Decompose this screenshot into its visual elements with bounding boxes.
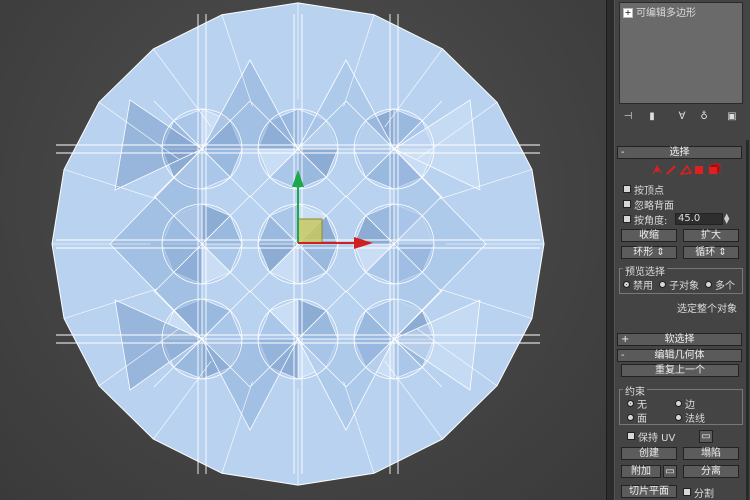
border-icon[interactable] (679, 164, 693, 175)
subobject-level-icons (652, 163, 721, 175)
constraint-edge-label: 边 (685, 399, 695, 411)
constraint-normal-label: 法线 (685, 413, 705, 425)
panel-divider[interactable] (606, 0, 615, 500)
modifier-stack-item[interactable]: + 可编辑多边形 (623, 7, 696, 21)
by-vertex-label: 按顶点 (634, 185, 664, 197)
angle-value: 45.0 (678, 213, 701, 224)
polygon-icon[interactable] (695, 166, 703, 174)
repeat-last-button[interactable]: 重复上一个 (621, 364, 739, 377)
preserve-uv-checkbox[interactable]: 保持 UV (627, 430, 676, 444)
by-angle-checkbox[interactable]: 按角度: (623, 213, 668, 227)
remove-modifier-icon[interactable]: ♁ (697, 110, 711, 124)
modifier-stack-list[interactable]: + 可编辑多边形 (619, 2, 743, 104)
expand-icon: + (621, 334, 630, 345)
soft-selection-rollout-header[interactable]: + 软选择 (617, 333, 742, 346)
transform-gizmo[interactable] (0, 0, 606, 500)
edit-geometry-rollout-header[interactable]: - 编辑几何体 (617, 349, 742, 362)
angle-spinner[interactable]: 45.0 ▲ ▼ (675, 213, 729, 225)
by-vertex-checkbox[interactable]: 按顶点 (623, 183, 664, 197)
expand-icon[interactable]: + (623, 8, 633, 18)
constraint-face-radio[interactable]: 面 (627, 411, 647, 425)
loop-spinner-icon[interactable]: ⇕ (718, 247, 726, 258)
ignore-backfacing-checkbox[interactable]: 忽略背面 (623, 198, 674, 212)
by-angle-label: 按角度: (634, 215, 668, 227)
collapse-icon: - (621, 350, 625, 361)
preview-subobject-label: 子对象 (669, 280, 699, 292)
constraint-edge-radio[interactable]: 边 (675, 397, 695, 411)
ring-label: 环形 (633, 247, 654, 258)
grow-button[interactable]: 扩大 (683, 229, 739, 242)
attach-list-button[interactable]: ▭ (663, 465, 677, 478)
preserve-uv-settings-button[interactable]: ▭ (699, 430, 713, 443)
preview-disabled-radio[interactable]: 禁用 (623, 278, 653, 292)
split-label: 分割 (694, 488, 714, 500)
spinner-arrows-icon[interactable]: ▲ ▼ (724, 213, 731, 225)
preview-multi-label: 多个 (715, 280, 735, 292)
element-icon[interactable] (708, 163, 721, 175)
ring-button[interactable]: 环形 ⇕ (621, 246, 677, 259)
selection-status-text: 选定整个对象 (677, 304, 737, 315)
slice-plane-button[interactable]: 切片平面 (621, 485, 677, 498)
preserve-uv-label: 保持 UV (638, 432, 676, 444)
show-end-result-icon[interactable]: ▮ (645, 110, 659, 124)
loop-button[interactable]: 循环 ⇕ (683, 246, 739, 259)
gizmo-xy-plane-handle[interactable] (297, 218, 323, 244)
command-panel: + 可编辑多边形 ⊣ ▮ ∀ ♁ ▣ - 选择 按顶点 忽略背面 按角度: 45.… (615, 0, 750, 500)
modifier-name: 可编辑多边形 (636, 8, 696, 19)
constraint-normal-radio[interactable]: 法线 (675, 411, 705, 425)
attach-button[interactable]: 附加 (621, 465, 661, 478)
preview-subobject-radio[interactable]: 子对象 (659, 278, 699, 292)
gizmo-y-arrow[interactable] (292, 170, 304, 187)
panel-scrollbar[interactable] (746, 140, 749, 500)
modifier-stack-toolbar: ⊣ ▮ ∀ ♁ ▣ (617, 110, 745, 126)
gizmo-x-arrow[interactable] (354, 237, 373, 249)
ring-spinner-icon[interactable]: ⇕ (656, 247, 664, 258)
settings-box-icon: ▭ (701, 431, 711, 442)
collapse-button[interactable]: 塌陷 (683, 447, 739, 460)
pin-stack-icon[interactable]: ⊣ (621, 110, 635, 124)
preview-disabled-label: 禁用 (633, 280, 653, 292)
shrink-button[interactable]: 收缩 (621, 229, 677, 242)
constraint-none-radio[interactable]: 无 (627, 397, 647, 411)
soft-selection-title: 软选择 (664, 334, 695, 345)
list-box-icon: ▭ (665, 466, 675, 477)
split-checkbox[interactable]: 分割 (683, 486, 714, 500)
collapse-icon: - (621, 147, 625, 158)
detach-button[interactable]: 分离 (683, 465, 739, 478)
viewport-perspective[interactable] (0, 0, 606, 500)
vertex-icon[interactable] (652, 164, 662, 175)
edge-icon[interactable] (666, 165, 676, 175)
selection-rollout-header[interactable]: - 选择 (617, 146, 742, 159)
preview-multi-radio[interactable]: 多个 (705, 278, 735, 292)
ignore-backfacing-label: 忽略背面 (634, 200, 674, 212)
configure-modifier-sets-icon[interactable]: ▣ (725, 110, 739, 124)
constraint-none-label: 无 (637, 399, 647, 411)
edit-geometry-title: 编辑几何体 (654, 350, 705, 361)
create-button[interactable]: 创建 (621, 447, 677, 460)
make-unique-icon[interactable]: ∀ (675, 110, 689, 124)
loop-label: 循环 (695, 247, 716, 258)
constraint-face-label: 面 (637, 413, 647, 425)
selection-rollout-title: 选择 (669, 147, 690, 158)
